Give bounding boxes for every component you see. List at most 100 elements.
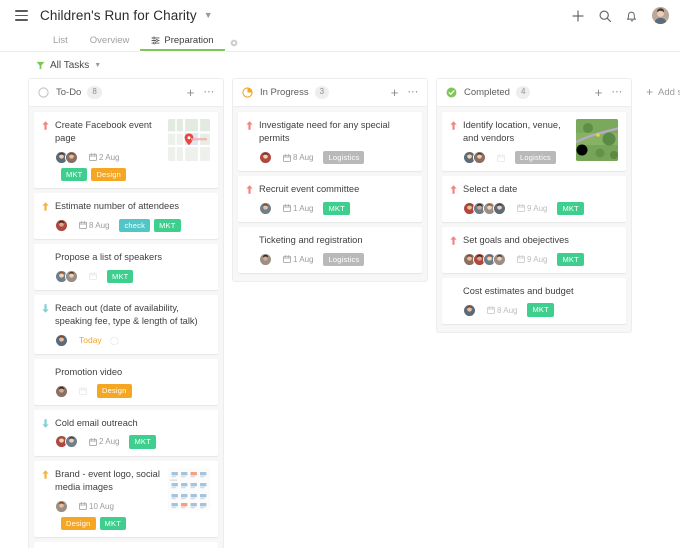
add-card-button[interactable]: + xyxy=(595,86,603,99)
card-tags: MKT Design xyxy=(61,168,126,181)
task-card[interactable]: Brand - event logo, social media images … xyxy=(34,461,218,537)
search-icon[interactable] xyxy=(598,9,612,23)
card-content: Investigate need for any special permits… xyxy=(259,119,414,164)
card-due-date: 9 Aug xyxy=(517,204,547,213)
avatar xyxy=(259,253,272,266)
tab-overview[interactable]: Overview xyxy=(79,35,141,52)
card-due-date-empty[interactable] xyxy=(89,272,97,280)
card-meta: 10 AugDesignMKT xyxy=(55,500,164,530)
card-tag[interactable]: MKT xyxy=(323,202,349,215)
tab-preparation[interactable]: Preparation xyxy=(140,35,224,52)
filter-all-tasks[interactable]: All Tasks ▼ xyxy=(36,60,101,71)
card-tag[interactable]: MKT xyxy=(154,219,180,232)
card-tags: Design MKT xyxy=(61,517,126,530)
task-card[interactable]: Estimate number of attendees 8 Aug check M… xyxy=(34,193,218,239)
calendar-icon[interactable] xyxy=(497,154,505,162)
card-assignees[interactable] xyxy=(55,270,78,283)
task-card[interactable]: Identify location, venue, and vendors Lo… xyxy=(442,112,626,171)
tab-overview-label: Overview xyxy=(90,35,130,46)
card-tags: MKT xyxy=(129,435,155,448)
card-content: Ticketing and registration 1 AugLogistic… xyxy=(259,234,414,266)
column-title: Completed xyxy=(464,87,510,98)
card-tag[interactable]: Design xyxy=(97,384,132,397)
card-assignees[interactable] xyxy=(55,385,68,398)
card-tag[interactable]: Logistics xyxy=(515,151,556,164)
card-tag[interactable]: MKT xyxy=(129,435,155,448)
more-options-icon[interactable]: ⋯ xyxy=(407,87,419,98)
priority-low-icon xyxy=(42,417,51,449)
card-assignees[interactable] xyxy=(55,435,78,448)
card-tag[interactable]: MKT xyxy=(557,202,583,215)
plus-icon: + xyxy=(646,86,653,98)
task-card[interactable]: Create Facebook event page 2 AugMKTDesig… xyxy=(34,112,218,188)
card-tag[interactable]: check xyxy=(119,219,150,232)
card-assignees[interactable] xyxy=(55,151,78,164)
plus-icon[interactable] xyxy=(571,9,585,23)
calendar-icon xyxy=(517,204,525,212)
column-header: Completed4 + ⋯ xyxy=(436,78,632,107)
task-card[interactable]: Propose a list of speakers MKT xyxy=(34,244,218,290)
card-due-date: 8 Aug xyxy=(79,221,109,230)
card-tag[interactable]: Design xyxy=(91,168,126,181)
card-assignees[interactable] xyxy=(463,304,476,317)
task-card[interactable]: Ticketing and registration 1 AugLogistic… xyxy=(238,227,422,273)
card-tag[interactable]: MKT xyxy=(107,270,133,283)
tag-icon[interactable]: ◯ xyxy=(110,336,119,345)
tab-list[interactable]: List xyxy=(42,35,79,52)
gear-icon[interactable] xyxy=(225,39,243,52)
task-card[interactable]: Set goals and obejectives 9 AugMKT xyxy=(442,227,626,273)
card-tag[interactable]: MKT xyxy=(100,517,126,530)
column-title: In Progress xyxy=(260,87,309,98)
task-card[interactable]: Recruit event committee 1 AugMKT xyxy=(238,176,422,222)
user-avatar[interactable] xyxy=(652,7,669,24)
card-tag[interactable]: Design xyxy=(61,517,96,530)
bell-icon[interactable] xyxy=(625,9,639,23)
card-assignees[interactable] xyxy=(259,151,272,164)
card-due-date-label: 1 Aug xyxy=(293,255,313,264)
page-title: Children's Run for Charity xyxy=(40,8,197,23)
hamburger-icon[interactable] xyxy=(6,10,36,21)
task-card[interactable]: Investigate need for any special permits… xyxy=(238,112,422,171)
card-assignees[interactable] xyxy=(55,500,68,513)
card-assignees[interactable] xyxy=(55,334,68,347)
card-due-date-label: 9 Aug xyxy=(527,255,547,264)
card-title: Promotion video xyxy=(55,366,210,379)
task-card[interactable]: Select a date 9 AugMKT xyxy=(442,176,626,222)
add-card-button[interactable]: + xyxy=(187,86,195,99)
add-status-button[interactable]: + Add sta xyxy=(646,86,680,98)
task-card[interactable]: Sponsorship activations we can offer MKT xyxy=(34,542,218,548)
more-options-icon[interactable]: ⋯ xyxy=(611,87,623,98)
calendar-icon xyxy=(89,153,97,161)
card-assignees[interactable] xyxy=(55,219,68,232)
avatar xyxy=(65,270,78,283)
card-title: Estimate number of attendees xyxy=(55,200,210,213)
task-card[interactable]: Promotion video Design xyxy=(34,359,218,405)
card-assignees[interactable] xyxy=(259,253,272,266)
card-tag[interactable]: MKT xyxy=(557,253,583,266)
card-due-date-empty[interactable] xyxy=(497,154,505,162)
calendar-icon xyxy=(283,255,291,263)
card-tag[interactable]: MKT xyxy=(527,303,553,316)
task-card[interactable]: Cold email outreach 2 AugMKT xyxy=(34,410,218,456)
more-options-icon[interactable]: ⋯ xyxy=(203,87,215,98)
kanban-app: Children's Run for Charity ▼ xyxy=(0,0,680,548)
card-tag[interactable]: Logistics xyxy=(323,253,364,266)
card-title: Propose a list of speakers xyxy=(55,251,210,264)
task-card[interactable]: Reach out (date of availability, speakin… xyxy=(34,295,218,354)
card-assignees[interactable] xyxy=(463,151,486,164)
chevron-down-icon[interactable]: ▼ xyxy=(204,11,213,20)
add-card-button[interactable]: + xyxy=(391,86,399,99)
card-tag[interactable]: Logistics xyxy=(323,151,364,164)
card-tag[interactable]: MKT xyxy=(61,168,87,181)
card-assignees[interactable] xyxy=(259,202,272,215)
avatar xyxy=(493,202,506,215)
calendar-icon[interactable] xyxy=(89,272,97,280)
task-card[interactable]: Cost estimates and budget 8 AugMKT xyxy=(442,278,626,324)
card-assignees[interactable] xyxy=(463,253,506,266)
card-due-date: 9 Aug xyxy=(517,255,547,264)
calendar-icon xyxy=(283,154,291,162)
card-tags: MKT xyxy=(107,270,133,283)
card-due-date-empty[interactable] xyxy=(79,387,87,395)
calendar-icon[interactable] xyxy=(79,387,87,395)
card-assignees[interactable] xyxy=(463,202,506,215)
